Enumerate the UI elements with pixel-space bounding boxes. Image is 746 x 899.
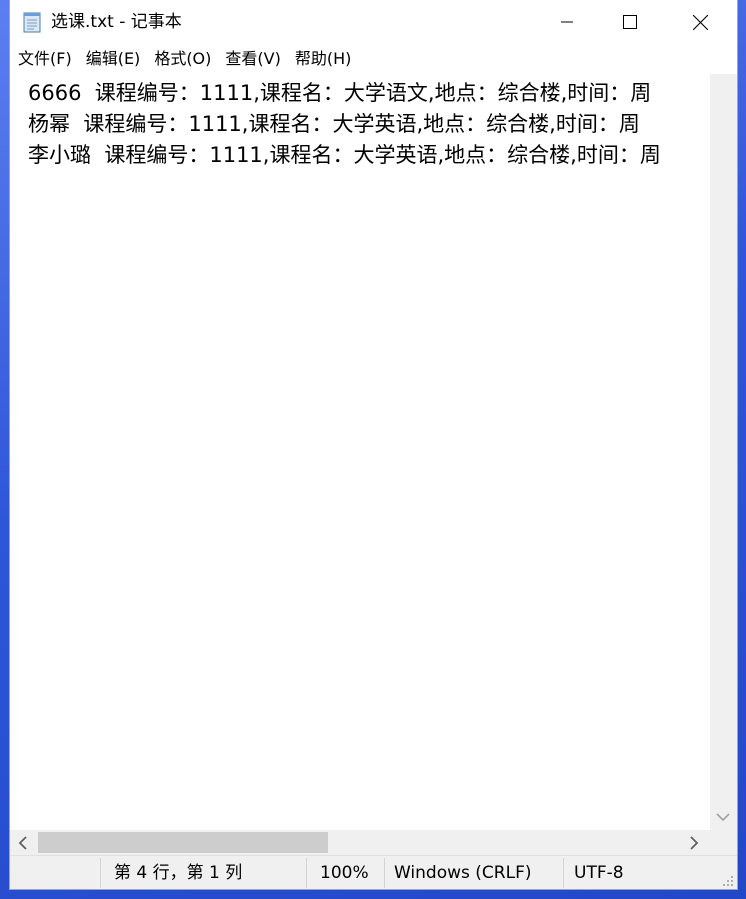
maximize-icon	[623, 15, 637, 29]
close-button[interactable]	[665, 0, 735, 44]
menu-help[interactable]: 帮助(H)	[288, 46, 359, 72]
menu-file[interactable]: 文件(F)	[10, 46, 79, 72]
status-divider	[100, 858, 101, 888]
encoding: UTF-8	[574, 863, 624, 883]
text-line: 6666 课程编号：1111,课程名：大学语文,地点：综合楼,时间：周	[28, 81, 652, 105]
scroll-thumb[interactable]	[38, 832, 328, 853]
zoom-level: 100%	[320, 863, 369, 883]
menu-edit[interactable]: 编辑(E)	[79, 46, 148, 72]
status-divider	[384, 858, 385, 888]
minimize-button[interactable]	[532, 0, 602, 44]
resize-grip-icon[interactable]	[722, 875, 734, 887]
text-editor[interactable]: 6666 课程编号：1111,课程名：大学语文,地点：综合楼,时间：周 杨幂 课…	[10, 74, 710, 830]
cursor-position: 第 4 行，第 1 列	[114, 863, 243, 883]
menu-bar: 文件(F) 编辑(E) 格式(O) 查看(V) 帮助(H)	[10, 46, 358, 72]
line-ending: Windows (CRLF)	[394, 863, 532, 883]
close-icon	[692, 14, 708, 30]
chevron-right-icon[interactable]	[690, 836, 699, 850]
menu-view[interactable]: 查看(V)	[218, 46, 287, 72]
scrollbar-corner	[710, 830, 737, 855]
vertical-scrollbar[interactable]	[710, 74, 737, 830]
window-title: 选课.txt - 记事本	[51, 12, 182, 32]
maximize-button[interactable]	[595, 0, 665, 44]
chevron-down-icon[interactable]	[716, 813, 730, 822]
status-bar: 第 4 行，第 1 列 100% Windows (CRLF) UTF-8	[10, 855, 737, 889]
horizontal-scrollbar[interactable]	[10, 830, 710, 855]
menu-format[interactable]: 格式(O)	[147, 46, 218, 72]
notepad-window: 选课.txt - 记事本 文件(F) 编辑(E) 格式(O) 查看(V) 帮助(…	[10, 0, 737, 889]
status-divider	[306, 858, 307, 888]
text-line: 李小璐 课程编号：1111,课程名：大学英语,地点：综合楼,时间：周	[28, 143, 661, 167]
status-divider	[563, 858, 564, 888]
text-line: 杨幂 课程编号：1111,课程名：大学英语,地点：综合楼,时间：周	[28, 112, 640, 136]
notepad-icon	[23, 12, 41, 33]
minimize-icon	[561, 21, 573, 23]
title-bar[interactable]: 选课.txt - 记事本	[10, 0, 737, 44]
chevron-left-icon[interactable]	[18, 836, 27, 850]
